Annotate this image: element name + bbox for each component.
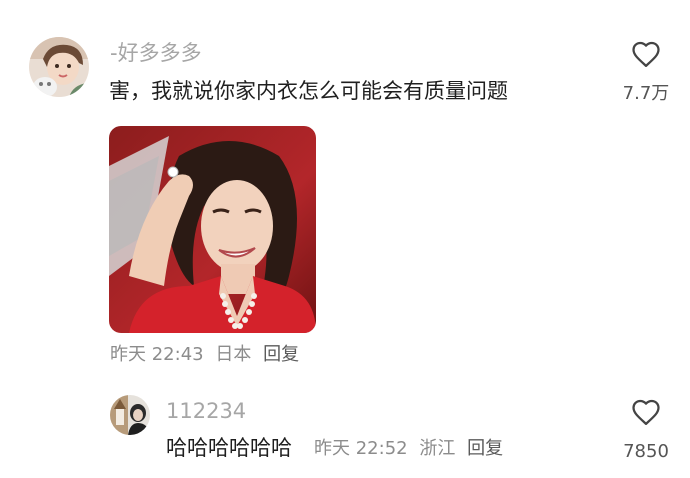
comment-text: 哈哈哈哈哈哈: [166, 436, 292, 460]
heart-outline-icon[interactable]: [631, 398, 661, 426]
like-count: 7.7万: [622, 83, 670, 104]
comment-meta: 昨天 22:43 日本 回复: [110, 343, 305, 367]
comment-item-2: 112234 哈哈哈哈哈哈 昨天 22:52 浙江 回复 7850: [0, 380, 690, 478]
user-avatar[interactable]: [29, 37, 89, 97]
comment-item-1: -好多多多 害，我就说你家内衣怎么可能会有质量问题 昨天 22:43 日本 回复…: [0, 0, 690, 380]
heart-outline-icon[interactable]: [631, 40, 661, 68]
comment-time: 昨天 22:43: [110, 344, 204, 365]
like-count: 7850: [623, 441, 669, 462]
comment-username[interactable]: -好多多多: [110, 40, 202, 66]
like-section: 7850: [611, 398, 681, 464]
comment-username[interactable]: 112234: [166, 398, 246, 424]
comment-location: 日本: [215, 344, 252, 365]
like-section: 7.7万: [611, 40, 681, 106]
comment-meta: 昨天 22:52 浙江 回复: [314, 437, 509, 461]
avatar-image: [110, 395, 150, 435]
reply-button[interactable]: 回复: [263, 344, 299, 365]
comment-text: 害，我就说你家内衣怎么可能会有质量问题: [109, 79, 508, 103]
attached-photo: [109, 126, 316, 333]
avatar-image: [29, 37, 89, 97]
comment-time: 昨天 22:52: [314, 438, 408, 459]
user-avatar[interactable]: [110, 395, 150, 435]
comment-location: 浙江: [419, 438, 456, 459]
reply-button[interactable]: 回复: [467, 438, 503, 459]
comment-image-attachment[interactable]: [109, 126, 316, 333]
